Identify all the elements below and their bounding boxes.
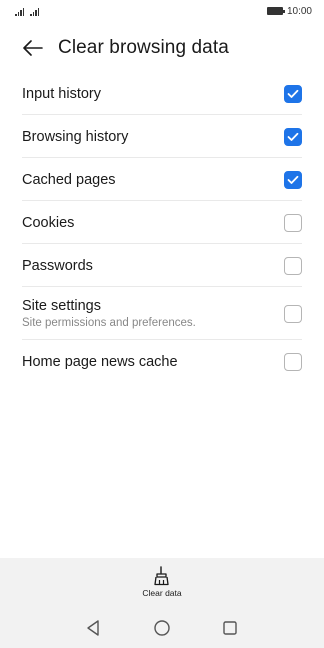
clear-options-list: Input history Browsing history Cached pa… xyxy=(0,72,324,383)
passwords-checkbox[interactable] xyxy=(284,256,302,275)
status-time: 10:00 xyxy=(286,5,312,17)
option-home-page-news-cache[interactable]: Home page news cache xyxy=(22,340,302,383)
browsing-history-checkbox[interactable] xyxy=(284,127,302,146)
browser-settings-screen: 10:00 Clear browsing data Input history … xyxy=(0,0,324,648)
clear-data-label: Clear data xyxy=(142,588,182,598)
cached-pages-checkbox[interactable] xyxy=(284,170,302,189)
triangle-back-icon xyxy=(87,620,99,636)
clear-data-button[interactable]: Clear data xyxy=(142,566,182,598)
option-cached-pages[interactable]: Cached pages xyxy=(22,158,302,201)
square-recents-icon xyxy=(223,621,237,635)
option-site-settings[interactable]: Site settings Site permissions and prefe… xyxy=(22,287,302,340)
arrow-left-icon xyxy=(23,40,43,56)
nav-back-button[interactable] xyxy=(81,616,105,640)
site-settings-checkbox[interactable] xyxy=(284,304,302,323)
nav-home-button[interactable] xyxy=(150,616,174,640)
status-right: 10:00 xyxy=(266,5,312,17)
option-label: Home page news cache xyxy=(22,353,178,370)
option-label: Input history xyxy=(22,85,101,102)
signal-strength-icon xyxy=(30,8,39,16)
circle-home-icon xyxy=(154,620,170,636)
bottom-action-bar: Clear data xyxy=(0,558,324,606)
option-passwords[interactable]: Passwords xyxy=(22,244,302,287)
option-label: Browsing history xyxy=(22,128,129,145)
home-page-news-cache-checkbox[interactable] xyxy=(284,352,302,371)
option-cookies[interactable]: Cookies xyxy=(22,201,302,244)
broom-icon xyxy=(154,566,169,586)
option-label: Cookies xyxy=(22,214,75,231)
status-bar: 10:00 xyxy=(0,0,324,22)
checkmark-icon xyxy=(287,89,299,98)
nav-recent-apps-button[interactable] xyxy=(218,616,242,640)
header: Clear browsing data xyxy=(0,30,324,66)
option-browsing-history[interactable]: Browsing history xyxy=(22,115,302,158)
cookies-checkbox[interactable] xyxy=(284,213,302,232)
system-navigation-bar xyxy=(0,606,324,648)
checkmark-icon xyxy=(287,132,299,141)
battery-icon xyxy=(266,7,285,15)
option-input-history[interactable]: Input history xyxy=(22,72,302,115)
signal-indicators xyxy=(15,6,39,16)
option-label: Cached pages xyxy=(22,171,116,188)
checkmark-icon xyxy=(287,175,299,184)
option-label: Passwords xyxy=(22,257,93,274)
back-button[interactable] xyxy=(22,37,44,59)
option-label: Site settings xyxy=(22,298,101,314)
option-description: Site permissions and preferences. xyxy=(22,317,196,329)
input-history-checkbox[interactable] xyxy=(284,84,302,103)
signal-strength-icon xyxy=(15,8,24,16)
page-title: Clear browsing data xyxy=(58,37,229,58)
